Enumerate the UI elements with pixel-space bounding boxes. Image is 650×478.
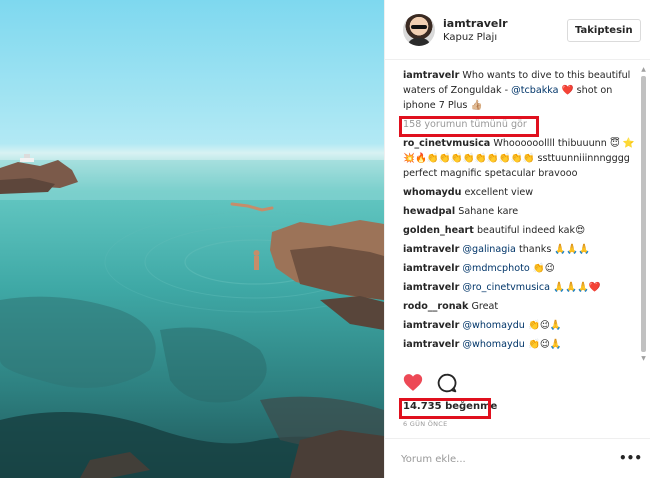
comment-item: iamtravelr @whomaydu 👏😉🙏 (403, 318, 639, 333)
post-location[interactable]: Kapuz Plajı (443, 32, 497, 43)
comment-text: 👏😉🙏 (527, 339, 562, 350)
more-options-icon[interactable]: ••• (619, 448, 642, 468)
avatar-sunglasses (411, 25, 427, 29)
comment-item: iamtravelr @ro_cinetvmusica 🙏🙏🙏❤️ (403, 280, 639, 295)
scroll-down-arrow-icon[interactable]: ▼ (640, 355, 647, 362)
comment-mention[interactable]: @whomaydu (462, 339, 524, 350)
comments-list: iamtravelr Who wants to dive to this bea… (403, 68, 639, 365)
comment-input[interactable] (401, 451, 611, 467)
comment-icon[interactable] (437, 373, 457, 393)
comment-mention[interactable]: @ro_cinetvmusica (462, 282, 550, 293)
comment-item: whomaydu excellent view (403, 185, 639, 200)
post-photo[interactable] (0, 0, 384, 478)
comment-username[interactable]: hewadpal (403, 206, 455, 217)
comment-text: beautiful indeed kak😍 (476, 225, 586, 236)
comment-mention[interactable]: @whomaydu (462, 320, 524, 331)
scroll-up-arrow-icon[interactable]: ▲ (640, 66, 647, 73)
comment-item: golden_heart beautiful indeed kak😍 (403, 223, 639, 238)
comment-username[interactable]: iamtravelr (403, 263, 459, 274)
comment-username[interactable]: whomaydu (403, 187, 461, 198)
comment-text: 🙏🙏🙏❤️ (553, 282, 601, 293)
post-actions (403, 372, 463, 394)
comment-username[interactable]: rodo__ronak (403, 301, 468, 312)
comment-username[interactable]: iamtravelr (403, 339, 459, 350)
add-comment-section: ••• (385, 438, 650, 478)
comment-text: thanks 🙏🙏🙏 (518, 244, 591, 255)
post-username[interactable]: iamtravelr (443, 17, 508, 30)
caption-thumbs-emoji: 👍🏼 (470, 100, 483, 111)
comment-text: excellent view (464, 187, 534, 198)
avatar-shirt (407, 38, 431, 46)
comment-text: Sahane kare (458, 206, 519, 217)
heart-icon[interactable] (403, 373, 423, 392)
scroll-thumb[interactable] (641, 76, 646, 352)
comment-item: ro_cinetvmusica Whoooooollll thibuuunn 😇… (403, 136, 639, 181)
comment-text: 👏😉🙏 (527, 320, 562, 331)
caption-mention[interactable]: @tcbakka (511, 85, 558, 96)
post-details-panel: iamtravelr Kapuz Plajı Takiptesin iamtra… (384, 0, 650, 478)
post-timestamp[interactable]: 6 GÜN ÖNCE (403, 420, 448, 428)
post-header: iamtravelr Kapuz Plajı Takiptesin (385, 0, 650, 60)
highlight-box-view-all (399, 116, 539, 137)
comment-username[interactable]: ro_cinetvmusica (403, 138, 490, 149)
comment-username[interactable]: iamtravelr (403, 282, 459, 293)
comment-username[interactable]: iamtravelr (403, 244, 459, 255)
comment-item: iamtravelr @whomaydu 👏😉🙏 (403, 337, 639, 352)
caption-heart-emoji: ❤️ (561, 85, 574, 96)
comment-item: hewadpal Sahane kare (403, 204, 639, 219)
follow-button[interactable]: Takiptesin (567, 19, 641, 42)
comments-scrollbar[interactable]: ▲ ▼ (640, 66, 647, 362)
comment-item: rodo__ronak Great (403, 299, 639, 314)
post-caption: iamtravelr Who wants to dive to this bea… (403, 68, 639, 113)
comment-username[interactable]: golden_heart (403, 225, 474, 236)
comment-text: 👏😉 (532, 263, 555, 274)
highlight-box-likes (399, 398, 491, 419)
comment-item: iamtravelr @mdmcphoto 👏😉 (403, 261, 639, 276)
comment-item: iamtravelr @galinagia thanks 🙏🙏🙏 (403, 242, 639, 257)
comment-username[interactable]: iamtravelr (403, 320, 459, 331)
avatar[interactable] (403, 14, 435, 46)
comment-mention[interactable]: @galinagia (462, 244, 516, 255)
comment-mention[interactable]: @mdmcphoto (462, 263, 529, 274)
photo-scene (0, 154, 384, 478)
caption-username[interactable]: iamtravelr (403, 70, 459, 81)
comment-text: Great (471, 301, 499, 312)
